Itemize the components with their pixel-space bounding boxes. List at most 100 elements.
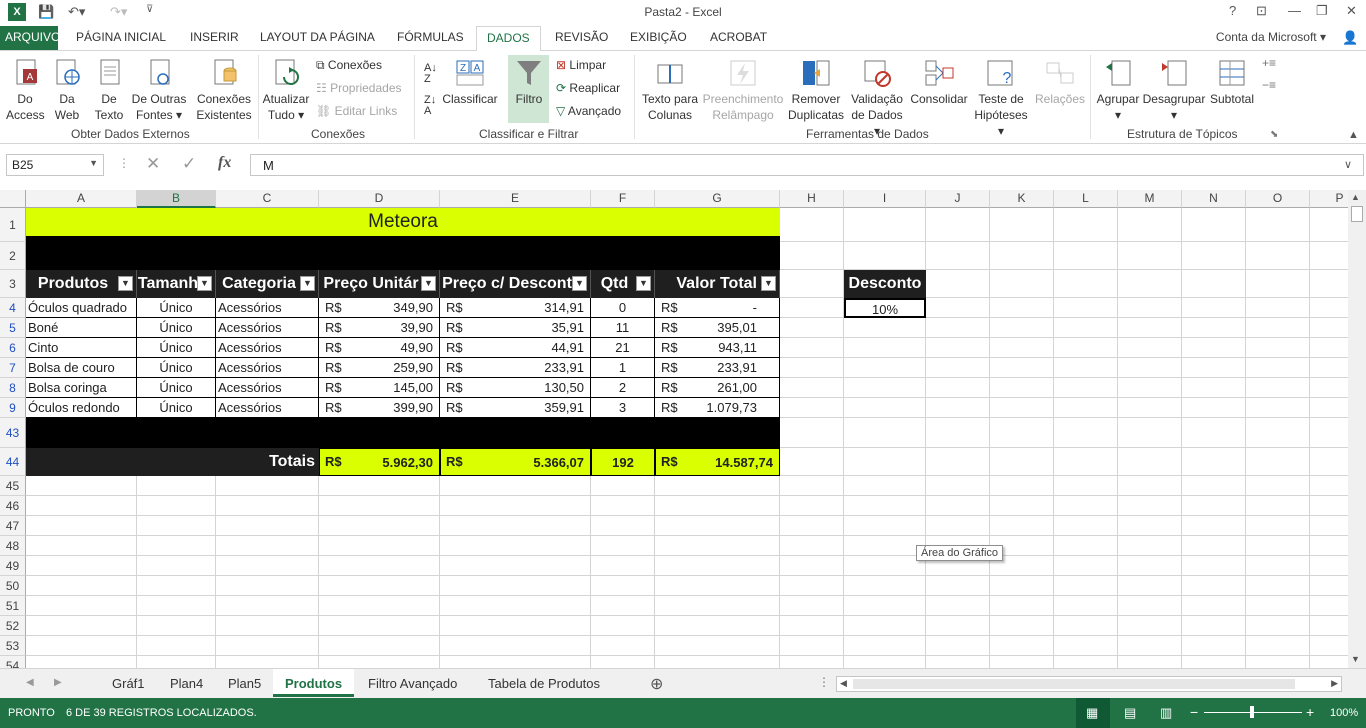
cell-categoria[interactable]: Acessórios [216, 378, 319, 398]
row-header-48[interactable]: 48 [0, 536, 26, 556]
cell-categoria[interactable]: Acessórios [216, 358, 319, 378]
row-header-54[interactable]: 54 [0, 656, 26, 668]
classificar-button[interactable]: ZA Classificar [442, 57, 498, 107]
cancel-icon[interactable]: ✕ [146, 154, 160, 174]
remover-duplicatas-button[interactable]: Remover Duplicatas [786, 57, 846, 123]
column-header-n[interactable]: N [1182, 190, 1246, 208]
column-header-h[interactable]: H [780, 190, 844, 208]
column-header-f[interactable]: F [591, 190, 655, 208]
cell-tamanho[interactable]: Único [137, 318, 216, 338]
cell-tamanho[interactable]: Único [137, 398, 216, 418]
dialog-launcher-icon[interactable]: ⬊ [1270, 127, 1278, 143]
table-header-cell[interactable]: Tamanh ▼ [137, 270, 216, 298]
cell-tamanho[interactable]: Único [137, 298, 216, 318]
column-header-j[interactable]: J [926, 190, 990, 208]
column-header-e[interactable]: E [440, 190, 591, 208]
conexoes-existentes-button[interactable]: Conexões Existentes [196, 57, 252, 123]
ribbon-options-icon[interactable]: ⊡ [1256, 3, 1267, 19]
cell-preco-desc[interactable]: 44,91 [440, 338, 591, 358]
filter-dropdown-icon[interactable]: ▼ [118, 276, 133, 291]
tab-arquivo[interactable]: ARQUIVO [0, 26, 60, 50]
row-header-9[interactable]: 9 [0, 398, 26, 418]
cell-tamanho[interactable]: Único [137, 358, 216, 378]
scroll-thumb[interactable] [1351, 206, 1363, 222]
table-header-cell[interactable]: Valor Total ▼ [655, 270, 780, 298]
row-header-46[interactable]: 46 [0, 496, 26, 516]
cell-preco-desc[interactable]: 233,91 [440, 358, 591, 378]
column-header-d[interactable]: D [319, 190, 440, 208]
close-icon[interactable]: ✕ [1346, 3, 1357, 19]
function-icon[interactable]: fx [218, 154, 231, 172]
editar-links-button[interactable]: ⛓ Editar Links [316, 103, 397, 119]
cell-qtd[interactable]: 1 [591, 358, 655, 378]
zoom-slider-thumb[interactable] [1250, 706, 1254, 718]
row-header-44[interactable]: 44 [0, 448, 26, 476]
cell-categoria[interactable]: Acessórios [216, 298, 319, 318]
cell-categoria[interactable]: Acessórios [216, 338, 319, 358]
zoom-in-icon[interactable]: + [1306, 704, 1314, 720]
texto-para-colunas-button[interactable]: Texto para Colunas [640, 57, 700, 123]
cell-preco-desc[interactable]: 314,91 [440, 298, 591, 318]
cell-qtd[interactable]: 21 [591, 338, 655, 358]
sheet-tab-produtos[interactable]: Produtos [273, 669, 355, 697]
row-header-53[interactable]: 53 [0, 636, 26, 656]
cell-produto[interactable]: Bolsa de couro [26, 358, 137, 378]
vertical-scrollbar[interactable]: ▲ ▼ [1348, 190, 1366, 668]
horizontal-scrollbar[interactable]: ◀ ▶ [836, 676, 1342, 692]
cell-qtd[interactable]: 3 [591, 398, 655, 418]
filter-dropdown-icon[interactable]: ▼ [636, 276, 651, 291]
table-header-cell[interactable]: Qtd ▼ [591, 270, 655, 298]
row-header-50[interactable]: 50 [0, 576, 26, 596]
agrupar-button[interactable]: Agrupar ▾ [1094, 57, 1142, 123]
relacoes-button[interactable]: Relações [1034, 57, 1086, 107]
row-header-45[interactable]: 45 [0, 476, 26, 496]
row-header-6[interactable]: 6 [0, 338, 26, 358]
sheet-tab-graf1[interactable]: Gráf1 [100, 669, 157, 697]
tab-exibicao[interactable]: EXIBIÇÃO [630, 30, 687, 44]
collapse-ribbon-icon[interactable]: ▲ [1348, 127, 1359, 143]
show-detail-icon[interactable]: +≡ [1262, 55, 1276, 71]
sheet-tab-plan4[interactable]: Plan4 [158, 669, 215, 697]
row-header-1[interactable]: 1 [0, 208, 26, 242]
cell-produto[interactable]: Cinto [26, 338, 137, 358]
minimize-icon[interactable]: — [1288, 3, 1301, 18]
preenchimento-relampago-button[interactable]: Preenchimento Relâmpago [702, 57, 784, 123]
column-header-o[interactable]: O [1246, 190, 1310, 208]
sheet-tab-tabela-produtos[interactable]: Tabela de Produtos [476, 669, 612, 697]
hscroll-thumb[interactable] [853, 679, 1295, 689]
scroll-left-icon[interactable]: ◀ [840, 678, 847, 689]
avancado-button[interactable]: ▽ Avançado [556, 103, 621, 119]
zoom-out-icon[interactable]: − [1190, 704, 1198, 720]
tab-acrobat[interactable]: ACROBAT [710, 30, 767, 44]
de-outras-fontes-button[interactable]: De Outras Fontes ▾ [130, 57, 188, 123]
sheet-tab-filtro-avancado[interactable]: Filtro Avançado [356, 669, 469, 697]
column-header-g[interactable]: G [655, 190, 780, 208]
consolidar-button[interactable]: Consolidar [908, 57, 970, 107]
row-header-3[interactable]: 3 [0, 270, 26, 298]
do-access-button[interactable]: A Do Access [6, 57, 45, 123]
column-header-k[interactable]: K [990, 190, 1054, 208]
column-header-l[interactable]: L [1054, 190, 1118, 208]
select-all-corner[interactable] [0, 190, 26, 208]
row-header-2[interactable]: 2 [0, 242, 26, 270]
cell-produto[interactable]: Óculos quadrado [26, 298, 137, 318]
atualizar-tudo-button[interactable]: Atualizar Tudo ▾ [262, 57, 310, 123]
sort-za-icon[interactable]: Z↓ A [424, 95, 436, 117]
tab-revisao[interactable]: REVISÃO [555, 30, 608, 44]
name-box[interactable]: B25 ▼ [6, 154, 104, 176]
help-icon[interactable]: ? [1229, 3, 1236, 18]
tab-dados[interactable]: DADOS [476, 26, 541, 51]
filter-dropdown-icon[interactable]: ▼ [572, 276, 587, 291]
table-header-cell[interactable]: Preço c/ Descont ▼ [440, 270, 591, 298]
column-header-p[interactable]: P [1310, 190, 1348, 208]
column-header-a[interactable]: A [26, 190, 137, 208]
tab-formulas[interactable]: FÓRMULAS [397, 30, 464, 44]
filter-dropdown-icon[interactable]: ▼ [197, 276, 212, 291]
tab-inserir[interactable]: INSERIR [190, 30, 239, 44]
account-name[interactable]: Conta da Microsoft ▾ [1216, 30, 1326, 44]
total-qtd[interactable]: 192 [591, 448, 655, 476]
row-header-51[interactable]: 51 [0, 596, 26, 616]
row-header-49[interactable]: 49 [0, 556, 26, 576]
scroll-down-icon[interactable]: ▼ [1351, 654, 1360, 664]
reaplicar-button[interactable]: ⟳ Reaplicar [556, 80, 620, 96]
